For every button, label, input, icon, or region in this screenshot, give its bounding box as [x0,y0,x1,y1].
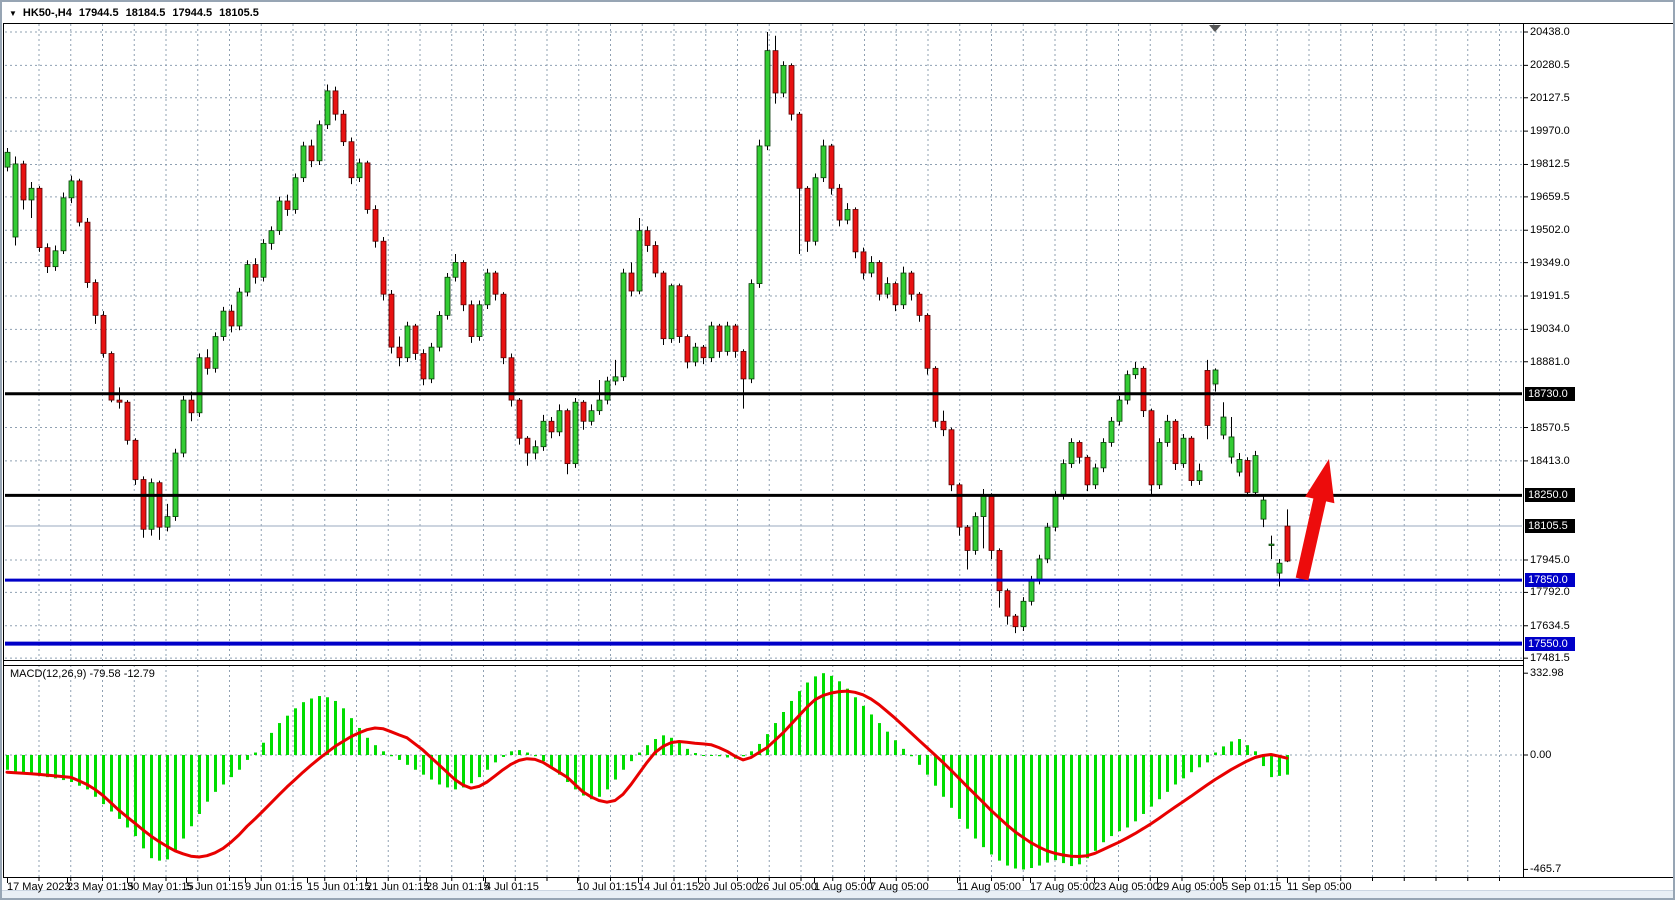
price-tick-label: 19034.0 [1530,322,1570,336]
ohlc-close: 18105.5 [219,7,259,19]
time-axis-label: 17 Aug 05:00 [1030,880,1095,894]
macd-histogram [6,673,1289,869]
chart-window: ▼ HK50-,H4 17944.5 18184.5 17944.5 18105… [0,0,1675,900]
price-tick-label: 19349.0 [1530,256,1570,270]
price-level-badge[interactable]: 17550.0 [1525,637,1575,651]
time-axis-label: 21 Jun 01:15 [366,880,430,894]
time-axis-label: 5 Jun 01:15 [186,880,244,894]
symbol-label[interactable]: HK50-,H4 [23,7,72,19]
price-tick-label: 20280.5 [1530,58,1570,72]
ohlc-high: 18184.5 [126,7,166,19]
price-tick-label: 17945.0 [1530,553,1570,567]
chart-canvas[interactable] [2,2,1675,900]
price-tick-label: 20127.5 [1530,91,1570,105]
price-tick-label: 17634.5 [1530,619,1570,633]
time-axis-label: 5 Sep 01:15 [1222,880,1281,894]
price-level-badge[interactable]: 17850.0 [1525,573,1575,587]
macd-tick-label: 0.00 [1530,748,1551,762]
time-axis-label: 4 Jul 01:15 [485,880,539,894]
macd-tick-label: -465.7 [1530,862,1561,876]
chevron-down-icon[interactable]: ▼ [9,9,17,18]
level-lines[interactable] [5,394,1522,644]
candles-group [5,32,1290,633]
price-level-badge[interactable]: 18250.0 [1525,488,1575,502]
time-axis-label: 28 Jun 01:15 [426,880,490,894]
time-axis-label: 17 May 2023 [7,880,71,894]
price-tick-label: 17481.5 [1530,651,1570,665]
symbol-info-bar: ▼ HK50-,H4 17944.5 18184.5 17944.5 18105… [5,4,266,22]
time-axis-label: 10 Jul 01:15 [577,880,637,894]
trend-arrow[interactable] [1296,459,1335,580]
time-axis-label: 14 Jul 01:15 [638,880,698,894]
time-axis-label: 11 Sep 05:00 [1287,880,1352,894]
price-tick-label: 18570.5 [1530,421,1570,435]
price-tick-label: 17792.0 [1530,585,1570,599]
time-axis-label: 29 Aug 05:00 [1157,880,1222,894]
macd-indicator-label: MACD(12,26,9) -79.58 -12.79 [10,668,155,680]
time-axis-label: 23 May 01:15 [67,880,134,894]
macd-tick-label: 332.98 [1530,666,1564,680]
price-tick-label: 19812.5 [1530,157,1570,171]
price-tick-label: 18881.0 [1530,355,1570,369]
time-axis-label: 7 Aug 05:00 [870,880,929,894]
time-axis-label: 20 Jul 05:00 [698,880,758,894]
time-axis-label: 9 Jun 01:15 [245,880,303,894]
time-axis-label: 30 May 01:15 [127,880,194,894]
time-axis-label: 15 Jun 01:15 [307,880,371,894]
price-tick-label: 20438.0 [1530,25,1570,39]
time-axis-label: 1 Aug 05:00 [814,880,873,894]
price-tick-label: 19659.5 [1530,190,1570,204]
chart-shift-marker-icon [1209,25,1221,32]
price-level-badge[interactable]: 18730.0 [1525,387,1575,401]
ohlc-open: 17944.5 [79,7,119,19]
time-axis-label: 26 Jul 05:00 [757,880,817,894]
ohlc-low: 17944.5 [172,7,212,19]
price-tick-label: 19970.0 [1530,124,1570,138]
price-tick-label: 19191.5 [1530,289,1570,303]
price-tick-label: 18413.0 [1530,454,1570,468]
time-axis-label: 11 Aug 05:00 [957,880,1021,894]
price-tick-label: 19502.0 [1530,223,1570,237]
time-axis-label: 23 Aug 05:00 [1094,880,1159,894]
price-level-badge[interactable]: 18105.5 [1525,519,1575,533]
